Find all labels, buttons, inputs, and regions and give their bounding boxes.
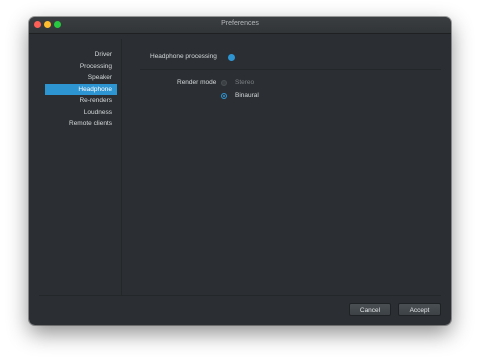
section-divider: [140, 69, 441, 70]
cancel-button[interactable]: Cancel: [349, 303, 391, 316]
sidebar-item-driver[interactable]: Driver: [39, 49, 117, 61]
headphone-processing-toggle[interactable]: [228, 54, 235, 61]
render-mode-label: Render mode: [177, 79, 217, 86]
headphone-processing-label: Headphone processing: [150, 53, 217, 60]
title-bar[interactable]: Preferences: [29, 17, 451, 34]
render-mode-binaural-option[interactable]: Binaural: [221, 91, 259, 100]
sidebar-item-remote-clients[interactable]: Remote clients: [39, 118, 117, 130]
footer-divider: [39, 295, 441, 296]
sidebar-item-processing[interactable]: Processing: [39, 61, 117, 73]
sidebar-item-headphone[interactable]: Headphone: [45, 83, 117, 95]
stereo-radio-label: Stereo: [235, 79, 255, 86]
window-title: Preferences: [221, 20, 259, 27]
sidebar-item-loudness[interactable]: Loudness: [39, 107, 117, 119]
preferences-window: Preferences Driver Processing Speaker He…: [29, 17, 451, 325]
render-mode-stereo-option[interactable]: Stereo: [221, 78, 254, 87]
sidebar-item-speaker[interactable]: Speaker: [39, 72, 117, 84]
accept-button[interactable]: Accept: [398, 303, 441, 316]
sidebar-item-re-renders[interactable]: Re-renders: [39, 95, 117, 107]
binaural-radio[interactable]: [221, 92, 227, 99]
headphone-settings-panel: Headphone processing Render mode Stereo …: [122, 39, 441, 295]
stereo-radio[interactable]: [221, 79, 227, 86]
preferences-sidebar: Driver Processing Speaker Headphone Re-r…: [39, 49, 117, 130]
binaural-radio-label: Binaural: [235, 92, 259, 99]
